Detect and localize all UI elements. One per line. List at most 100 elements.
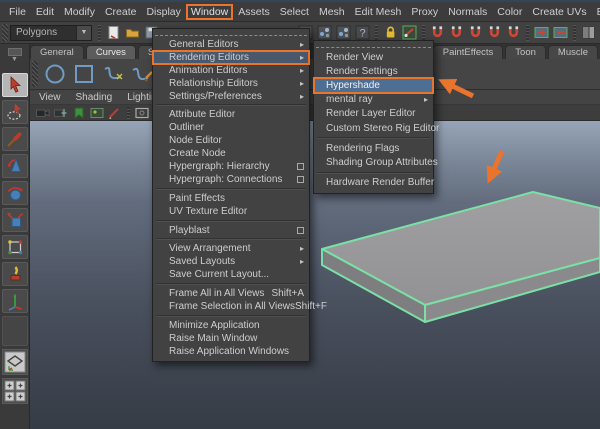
submenu-item-hypershade[interactable]: Hypershade [313, 77, 434, 94]
snap-to-points-icon[interactable] [467, 24, 484, 41]
menu-set-selector[interactable]: Polygons ▼ [10, 24, 92, 41]
scale-tool-button[interactable] [1, 208, 28, 232]
menu-item-hypergraph-hierarchy[interactable]: Hypergraph: Hierarchy [153, 160, 309, 173]
cv-curve-button[interactable] [99, 61, 126, 88]
menu-create[interactable]: Create [100, 4, 142, 20]
menu-item-saved-layouts[interactable]: Saved Layouts ▸ [153, 255, 309, 268]
open-scene-icon[interactable] [124, 24, 141, 41]
menu-display[interactable]: Display [141, 4, 185, 20]
resolution-gate-icon[interactable] [134, 106, 150, 120]
tearoff-checkbox[interactable] [297, 226, 304, 234]
menu-item-view-arrangement[interactable]: View Arrangement ▸ [153, 242, 309, 255]
menu-item-raise-main-window[interactable]: Raise Main Window [153, 332, 309, 345]
soft-modification-tool-button[interactable] [1, 262, 28, 286]
menu-item-create-node[interactable]: Create Node [153, 147, 309, 160]
output-connections-icon[interactable] [552, 24, 569, 41]
select-tool-button[interactable] [1, 73, 28, 97]
lasso-tool-button[interactable] [1, 100, 28, 124]
pencil-curve-button[interactable] [128, 61, 155, 88]
submenu-item-hardware-render-buffer[interactable]: Hardware Render Buffer [314, 176, 434, 190]
menu-item-minimize-application[interactable]: Minimize Application [153, 319, 309, 332]
help-icon[interactable]: ? [354, 24, 371, 41]
shelf-tab-curves[interactable]: Curves [85, 45, 136, 59]
image-plane-icon[interactable] [89, 106, 105, 120]
menu-create-uvs[interactable]: Create UVs [527, 4, 591, 20]
paint-selection-tool-button[interactable] [1, 127, 28, 151]
menu-mesh[interactable]: Mesh [314, 4, 350, 20]
tearoff-checkbox[interactable] [297, 175, 304, 183]
menu-item-save-current-layout[interactable]: Save Current Layout... [153, 268, 309, 281]
menu-window[interactable]: Window [185, 3, 234, 20]
menu-item-frame-selection-in-all-views[interactable]: Frame Selection in All Views Shift+F [153, 300, 327, 313]
panel-menu-view[interactable]: View [39, 92, 61, 103]
snap-to-grids-icon[interactable] [429, 24, 446, 41]
menu-edit-mesh[interactable]: Edit Mesh [350, 4, 407, 20]
camera-attributes-icon[interactable] [53, 106, 69, 120]
shelf-tab-painteffects[interactable]: PaintEffects [432, 45, 504, 59]
menu-tearoff-handle[interactable] [155, 30, 307, 36]
menu-item-node-editor[interactable]: Node Editor [153, 134, 309, 147]
menu-item-paint-effects[interactable]: Paint Effects [153, 192, 309, 205]
menu-item-rendering-editors[interactable]: Rendering Editors ▸ [152, 49, 310, 65]
rotate-tool-button[interactable] [1, 181, 28, 205]
shelf-tab-general[interactable]: General [30, 45, 84, 59]
select-camera-icon[interactable] [35, 106, 51, 120]
submenu-item-render-settings[interactable]: Render Settings [314, 64, 433, 78]
shelf-tab-muscle[interactable]: Muscle [547, 45, 598, 59]
submenu-item-render-view[interactable]: Render View [314, 50, 433, 64]
submenu-item-rendering-flags[interactable]: Rendering Flags [314, 141, 433, 155]
input-connections-icon[interactable] [533, 24, 550, 41]
plane-object[interactable] [321, 191, 600, 323]
snap-to-curves-icon[interactable] [448, 24, 465, 41]
menu-item-settings-preferences[interactable]: Settings/Preferences ▸ [153, 90, 309, 103]
menu-proxy[interactable]: Proxy [406, 4, 443, 20]
menu-modify[interactable]: Modify [59, 4, 100, 20]
snap-to-projected-center-icon[interactable] [486, 24, 503, 41]
menu-file[interactable]: File [4, 4, 31, 20]
snap-to-view-planes-icon[interactable] [505, 24, 522, 41]
lock-icon[interactable] [382, 24, 399, 41]
nurbs-circle-button[interactable] [41, 61, 68, 88]
bookmark-icon[interactable] [71, 106, 87, 120]
show-manipulator-tool-button[interactable] [1, 289, 28, 313]
menu-item-relationship-editors[interactable]: Relationship Editors ▸ [153, 77, 309, 90]
menu-item-hypergraph-connections[interactable]: Hypergraph: Connections [153, 173, 309, 186]
select-by-object-icon[interactable] [316, 24, 333, 41]
menu-item-uv-texture-editor[interactable]: UV Texture Editor [153, 205, 309, 218]
last-tool-slot[interactable] [1, 316, 28, 346]
single-pane-layout-button[interactable] [1, 349, 28, 375]
submenu-item-mental-ray[interactable]: mental ray ▸ [314, 93, 433, 107]
highlight-selection-icon[interactable] [401, 24, 418, 41]
four-pane-layout-button[interactable] [1, 378, 28, 404]
select-by-component-icon[interactable] [335, 24, 352, 41]
menu-edit[interactable]: Edit [31, 4, 59, 20]
menu-edit-uvs[interactable]: Edit UVs [592, 4, 600, 20]
menu-item-frame-all-in-all-views[interactable]: Frame All in All Views Shift+A [153, 287, 309, 300]
universal-manipulator-tool-button[interactable] [1, 235, 28, 259]
menu-item-raise-application-windows[interactable]: Raise Application Windows [153, 345, 309, 358]
tearoff-checkbox[interactable] [297, 162, 304, 170]
sidebar-icon[interactable] [580, 24, 597, 41]
menu-item-animation-editors[interactable]: Animation Editors ▸ [153, 64, 309, 77]
submenu-item-shading-group-attributes[interactable]: Shading Group Attributes [314, 155, 438, 169]
menu-item-outliner[interactable]: Outliner [153, 121, 309, 134]
shelf-tab-toon[interactable]: Toon [505, 45, 546, 59]
grease-pencil-icon[interactable] [107, 106, 123, 120]
menu-assets[interactable]: Assets [233, 4, 275, 20]
new-scene-icon[interactable] [105, 24, 122, 41]
toolbox-collapse-widget[interactable]: ▼ [6, 48, 24, 70]
chevron-down-icon[interactable]: ▼ [76, 25, 91, 40]
shelf-handle[interactable] [32, 61, 38, 87]
menu-tearoff-handle[interactable] [316, 42, 431, 48]
menu-item-attribute-editor[interactable]: Attribute Editor [153, 108, 309, 121]
menu-select[interactable]: Select [275, 4, 314, 20]
menu-item-general-editors[interactable]: General Editors ▸ [153, 38, 309, 51]
menu-normals[interactable]: Normals [443, 4, 492, 20]
menu-color[interactable]: Color [492, 4, 527, 20]
menu-item-playblast[interactable]: Playblast [153, 224, 309, 237]
move-tool-button[interactable] [1, 154, 28, 178]
submenu-item-custom-stereo-rig-editor[interactable]: Custom Stereo Rig Editor [314, 121, 439, 135]
submenu-item-render-layer-editor[interactable]: Render Layer Editor [314, 107, 433, 121]
nurbs-square-button[interactable] [70, 61, 97, 88]
panel-menu-shading[interactable]: Shading [76, 92, 113, 103]
